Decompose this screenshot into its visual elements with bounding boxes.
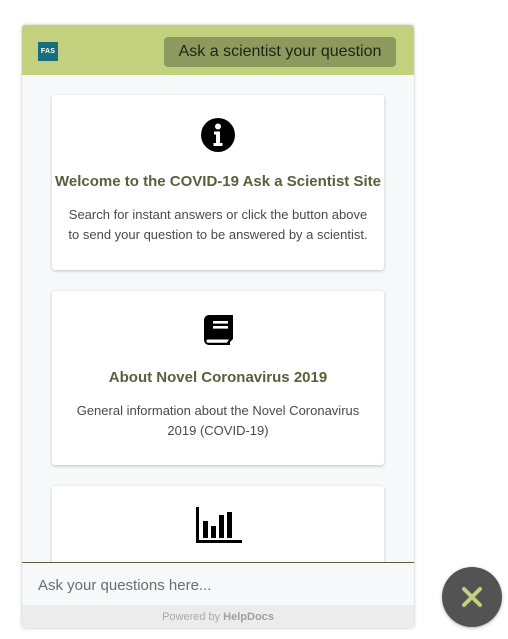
help-widget: FAS Ask a scientist your question Welcom… bbox=[22, 25, 414, 628]
fas-logo: FAS bbox=[38, 42, 58, 61]
widget-header: FAS Ask a scientist your question bbox=[22, 25, 414, 75]
card-description: Search for instant answers or click the … bbox=[68, 207, 368, 242]
question-input-bar bbox=[22, 562, 414, 605]
bar-chart-icon bbox=[196, 507, 242, 543]
close-x-icon bbox=[462, 587, 482, 607]
book-icon bbox=[204, 315, 233, 345]
card-statistics[interactable] bbox=[52, 486, 384, 562]
helpdocs-link[interactable]: HelpDocs bbox=[223, 611, 274, 623]
card-title: About Novel Coronavirus 2019 bbox=[108, 369, 328, 386]
close-widget-button[interactable] bbox=[442, 567, 502, 627]
powered-by-text: Powered by bbox=[162, 610, 221, 623]
ask-scientist-button[interactable]: Ask a scientist your question bbox=[164, 37, 396, 67]
card-title: Welcome to the COVID-19 Ask a Scientist … bbox=[55, 173, 381, 190]
card-description: General information about the Novel Coro… bbox=[76, 403, 360, 438]
powered-by-footer: Powered by HelpDocs bbox=[22, 605, 414, 628]
question-input[interactable] bbox=[38, 573, 398, 597]
articles-list: Welcome to the COVID-19 Ask a Scientist … bbox=[22, 75, 414, 562]
card-about-coronavirus[interactable]: About Novel Coronavirus 2019 General inf… bbox=[52, 291, 384, 465]
card-welcome[interactable]: Welcome to the COVID-19 Ask a Scientist … bbox=[52, 95, 384, 270]
info-circle-icon bbox=[201, 118, 235, 152]
